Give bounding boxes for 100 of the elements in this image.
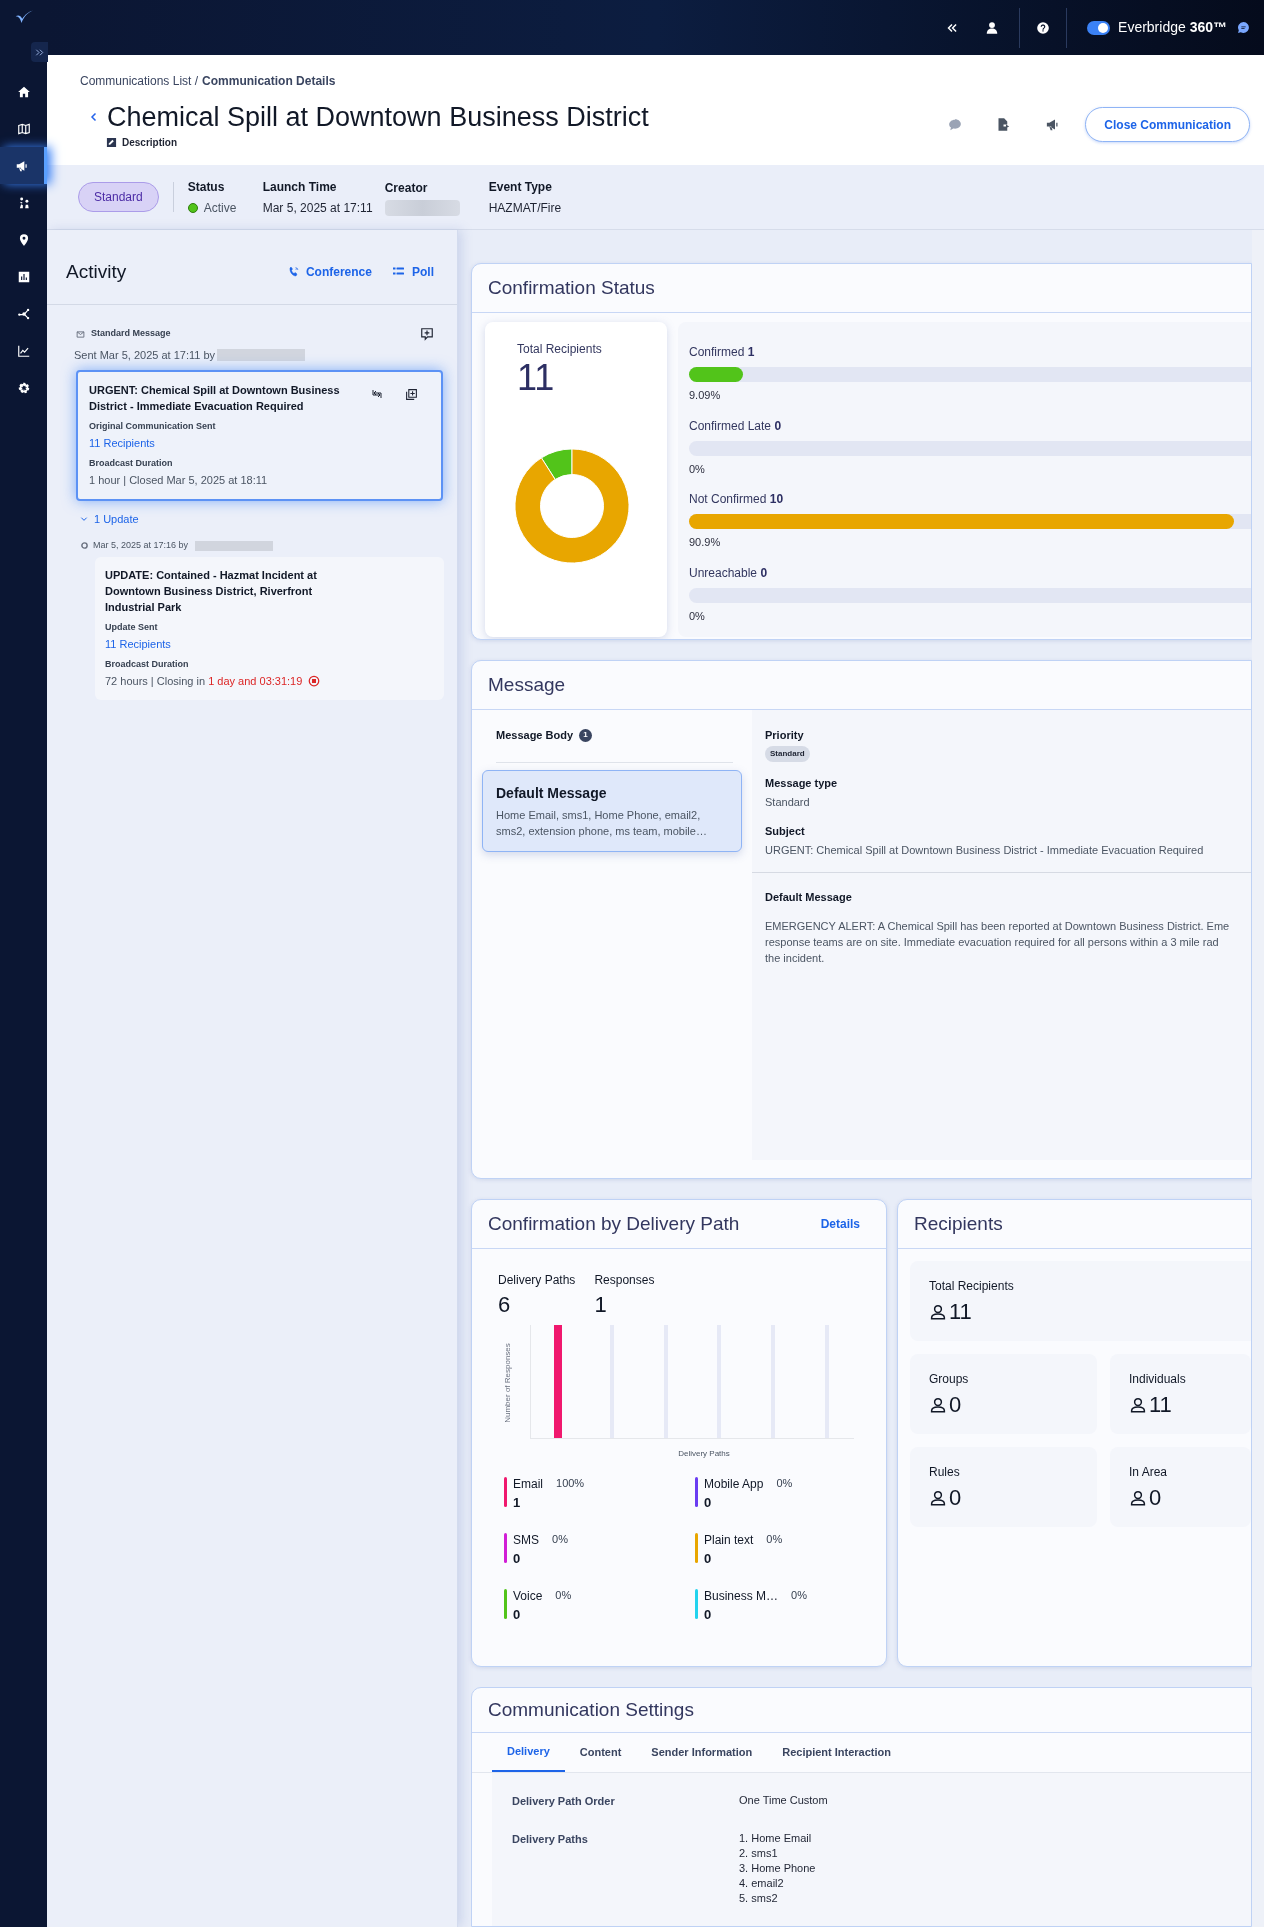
path-name: Plain text [704, 1532, 754, 1549]
stop-icon[interactable] [308, 675, 321, 688]
path-percent: 0% [791, 1588, 807, 1603]
card-title: Confirmation by Delivery Path [488, 1211, 740, 1236]
message-text-line: the incident. [765, 950, 826, 966]
stat-value: 11 [949, 1299, 972, 1325]
add-comment-icon[interactable] [420, 327, 434, 341]
status-value: Active [203, 199, 237, 217]
network-icon [16, 306, 31, 321]
settings-tab[interactable]: Sender Information [636, 1733, 768, 1772]
toggle-switch[interactable] [1087, 20, 1111, 35]
stat-value: 0 [1149, 1485, 1162, 1511]
sent-info: Sent Mar 5, 2025 at 17:11 by [74, 348, 216, 363]
update-time: Mar 5, 2025 at 17:16 by [93, 539, 189, 552]
field-value: HAZMAT/Fire [488, 199, 563, 217]
megaphone-icon[interactable] [1045, 117, 1061, 132]
card-title: Confirmation Status [488, 275, 655, 300]
status-percent: 90.9% [689, 535, 721, 550]
field-label: Creator [384, 179, 429, 197]
person-icon [929, 1303, 947, 1321]
setting-label: Delivery Paths [512, 1831, 589, 1847]
description-link[interactable]: Description [122, 135, 177, 150]
map-icon [16, 121, 31, 136]
setting-value: 3. Home Phone [739, 1860, 816, 1876]
phone-icon [287, 266, 300, 278]
stat-value: 0 [949, 1392, 962, 1418]
path-percent: 0% [776, 1476, 793, 1491]
message-type-label: Standard Message [91, 327, 171, 341]
setting-value: One Time Custom [739, 1793, 828, 1808]
help-icon[interactable] [1036, 20, 1051, 35]
detail-value: Standard [765, 794, 811, 810]
settings-tab[interactable]: Recipient Interaction [767, 1733, 906, 1772]
path-percent: 0% [555, 1588, 572, 1603]
sidebar-nav-item[interactable] [0, 147, 47, 184]
count-badge: 1 [579, 728, 593, 742]
settings-tab[interactable]: Content [564, 1733, 637, 1772]
recipients-link[interactable]: 11 Recipients [105, 636, 434, 653]
status-label: Confirmed Late 0 [689, 417, 783, 435]
recipients-link[interactable]: 11 Recipients [89, 435, 430, 452]
stat-label: Responses [594, 1272, 655, 1289]
status-label: Unreachable 0 [689, 564, 769, 582]
copy-add-icon[interactable] [405, 387, 418, 401]
stat-value: 1 [594, 1291, 608, 1319]
chevron-icon [80, 514, 88, 523]
x-axis-label: Delivery Paths [678, 1448, 730, 1460]
detail-label: Priority [765, 727, 805, 743]
total-label: Total Recipients [517, 341, 603, 358]
message-card[interactable]: URGENT: Chemical Spill at Downtown Business District - Immediate Evacuation Required Original Communication Sent 11 Recipients Broadcast Duration 1 hour | Closed Mar 5, 2025 at 18:11 [76, 369, 443, 501]
field-label: Launch Time [262, 178, 338, 196]
field-label: Broadcast Duration [89, 456, 174, 470]
breadcrumb-current: Communication Details [202, 73, 336, 90]
field-label: Event Type [488, 178, 553, 196]
setting-value: 2. sms1 [739, 1845, 779, 1861]
stat-label: In Area [1129, 1464, 1169, 1481]
path-count: 0 [704, 1494, 713, 1512]
status-label: Confirmed 1 [689, 344, 756, 361]
stat-value: 11 [1149, 1392, 1172, 1418]
stat-label: Delivery Paths [498, 1272, 576, 1289]
message-body-item[interactable]: Default Message Home Email, sms1, Home Phone, email2, sms2, extension phone, ms team, mobile… [482, 770, 742, 853]
stat-label: Total Recipients [929, 1278, 1015, 1295]
pencil-icon[interactable] [106, 137, 117, 148]
path-percent: 0% [766, 1532, 783, 1547]
path-percent: 0% [552, 1532, 568, 1547]
expand-button[interactable] [31, 42, 48, 62]
field-label: Broadcast Duration [105, 657, 190, 671]
stat-label: Rules [929, 1464, 961, 1481]
field-label: Original Communication Sent [89, 419, 217, 433]
close-communication-button[interactable]: Close Communication [1085, 107, 1250, 142]
setting-value: 5. sms2 [739, 1890, 779, 1906]
details-link[interactable]: Details [820, 1215, 860, 1233]
y-axis-label: Number of Responses [502, 1342, 513, 1423]
user-icon[interactable] [985, 20, 1000, 35]
delivery-path-list: Home Email, sms1, Home Phone, email2, sms2, extension phone, ms team, mobile… [496, 807, 728, 840]
card-title: Communication Settings [488, 1697, 694, 1722]
list-icon [391, 266, 406, 278]
message-body-label: Message Body [496, 727, 574, 743]
total-value: 11 [517, 358, 556, 398]
settings-icon [16, 380, 31, 395]
path-name: Business M… [704, 1588, 779, 1605]
line-chart-icon [16, 343, 31, 358]
chat-icon[interactable] [1237, 21, 1250, 34]
product-name: Everbridge 360™ [1118, 18, 1227, 37]
status-percent: 9.09% [689, 388, 721, 403]
path-name: Email [513, 1476, 543, 1493]
file-export-icon[interactable] [996, 117, 1012, 132]
path-name: SMS [513, 1532, 539, 1549]
priority-badge: Standard [78, 182, 159, 212]
status-label: Not Confirmed 10 [689, 491, 785, 508]
person-icon [929, 1396, 947, 1414]
setting-value: 1. Home Email [739, 1830, 813, 1846]
broadcast-duration-text: 72 hours | Closing in 1 day and 03:31:19 [105, 674, 303, 689]
updates-toggle[interactable]: 1 Update [80, 510, 442, 527]
field-label: Status [187, 178, 226, 196]
path-name: Voice [513, 1588, 543, 1605]
conference-button[interactable]: Conference [287, 263, 372, 281]
path-count: 0 [513, 1550, 522, 1568]
poll-button[interactable]: Poll [391, 263, 434, 281]
breadcrumb-link[interactable]: Communications List / [80, 72, 199, 90]
update-title: UPDATE: Contained - Hazmat Incident at Downtown Business District, Riverfront Industrial Park [105, 567, 318, 615]
path-percent: 100% [556, 1476, 585, 1491]
